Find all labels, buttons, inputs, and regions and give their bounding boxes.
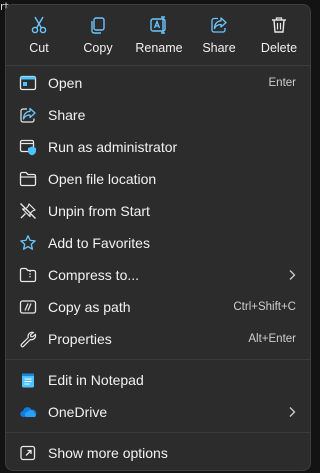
menu-item-edit-in-notepad[interactable]: Edit in Notepad — [10, 365, 306, 395]
chevron-right-icon — [289, 270, 296, 280]
separator — [6, 432, 310, 433]
scissors-icon — [31, 16, 47, 34]
quick-action-bar: Cut Copy Rename Share Delete — [6, 5, 310, 66]
share-icon — [20, 107, 36, 123]
menu-item-label: OneDrive — [48, 404, 108, 420]
menu-item-label: Edit in Notepad — [48, 372, 144, 388]
trash-icon — [272, 17, 286, 33]
menu-item-label: Open file location — [48, 171, 157, 187]
zip-folder-icon — [19, 267, 37, 283]
context-menu: Cut Copy Rename Share Delete Open Enter … — [5, 4, 311, 471]
copy-icon — [91, 17, 105, 34]
shortcut-text: Alt+Enter — [248, 333, 296, 345]
menu-item-show-more-options[interactable]: Show more options — [10, 438, 306, 468]
rename-label: Rename — [135, 41, 183, 55]
menu-item-open[interactable]: Open Enter — [10, 68, 306, 98]
menu-item-add-to-favorites[interactable]: Add to Favorites — [10, 228, 306, 258]
delete-button[interactable]: Delete — [249, 11, 309, 61]
menu-item-label: Run as administrator — [48, 139, 178, 155]
cut-button[interactable]: Cut — [9, 11, 69, 61]
shortcut-text: Enter — [268, 77, 297, 89]
folder-icon — [19, 171, 37, 187]
menu-item-label: Add to Favorites — [48, 235, 150, 251]
notepad-icon — [22, 373, 34, 388]
external-link-icon — [20, 445, 36, 461]
menu-item-label: Compress to... — [48, 267, 140, 283]
menu-item-label: Share — [48, 107, 86, 123]
copy-button[interactable]: Copy — [68, 11, 128, 61]
menu-item-share[interactable]: Share — [10, 100, 306, 130]
rename-icon — [150, 16, 166, 34]
menu-item-label: Unpin from Start — [48, 203, 150, 219]
menu-item-onedrive[interactable]: OneDrive — [10, 397, 306, 427]
shortcut-text: Ctrl+Shift+C — [233, 301, 296, 313]
menu-item-label: Open — [48, 75, 83, 91]
delete-label: Delete — [260, 41, 298, 55]
share-quick-button[interactable]: Share — [189, 11, 249, 61]
copy-path-icon — [19, 300, 37, 314]
share-quick-label: Share — [202, 41, 236, 55]
wrench-icon — [20, 331, 37, 348]
share-icon — [211, 17, 227, 33]
separator — [6, 359, 310, 360]
menu-item-copy-as-path[interactable]: Copy as path Ctrl+Shift+C — [10, 292, 306, 322]
menu-item-label: Properties — [48, 331, 112, 347]
menu-item-label: Show more options — [48, 445, 168, 461]
menu-item-compress-to[interactable]: Compress to... — [10, 260, 306, 290]
menu-item-properties[interactable]: Properties Alt+Enter — [10, 324, 306, 354]
menu-item-run-as-admin[interactable]: Run as administrator — [10, 132, 306, 162]
star-icon — [20, 235, 36, 250]
unpin-icon — [20, 203, 36, 219]
shield-admin-icon — [19, 139, 36, 156]
rename-button[interactable]: Rename — [129, 11, 189, 61]
cut-label: Cut — [29, 41, 49, 55]
onedrive-cloud-icon — [20, 407, 37, 418]
open-window-icon — [19, 75, 37, 91]
menu-item-open-file-location[interactable]: Open file location — [10, 164, 306, 194]
menu-item-label: Copy as path — [48, 299, 131, 315]
menu-item-unpin-from-start[interactable]: Unpin from Start — [10, 196, 306, 226]
chevron-right-icon — [289, 407, 296, 417]
copy-label: Copy — [83, 41, 113, 55]
